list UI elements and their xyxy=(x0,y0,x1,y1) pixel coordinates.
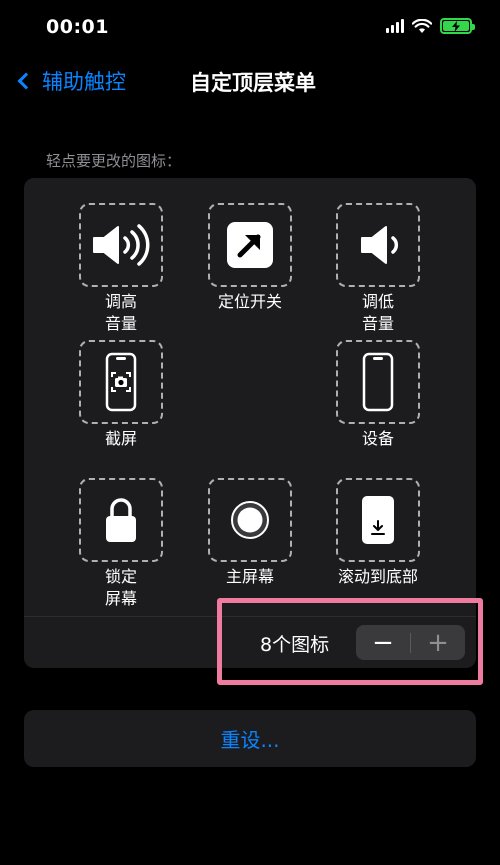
battery-charging-icon xyxy=(440,18,475,34)
slot-scroll-to-bottom[interactable]: 滚动到底部 xyxy=(298,478,458,588)
slot-label: 设备 xyxy=(361,429,394,448)
slot-icon-frame xyxy=(208,478,292,562)
slot-icon-frame xyxy=(336,478,420,562)
icon-count-label: 8个图标 xyxy=(260,634,330,656)
slot-icon-frame xyxy=(336,340,420,424)
volume-up-icon xyxy=(93,224,150,266)
volume-down-icon xyxy=(361,226,399,264)
scroll-to-bottom-icon xyxy=(362,496,394,544)
status-icons xyxy=(386,18,475,34)
slot-icon-frame xyxy=(79,340,163,424)
slot-volume-down[interactable]: 调低 音量 xyxy=(298,203,458,335)
slot-icon-frame xyxy=(79,478,163,562)
slot-icon-frame xyxy=(336,203,420,287)
screenshot-icon xyxy=(105,352,137,412)
page-title: 自定顶层菜单 xyxy=(190,71,316,95)
slot-label: 调低 音量 xyxy=(361,292,394,333)
separator xyxy=(24,616,476,617)
icon-count-stepper[interactable]: − + xyxy=(356,625,465,660)
slot-label: 截屏 xyxy=(104,429,137,448)
point-switch-icon xyxy=(227,222,273,268)
status-time: 00:01 xyxy=(46,16,109,38)
slot-label: 滚动到底部 xyxy=(337,567,418,586)
slot-icon-frame xyxy=(79,203,163,287)
instruction-text: 轻点要更改的图标： xyxy=(46,152,182,170)
navigation-bar: 辅助触控 自定顶层菜单 xyxy=(0,56,500,104)
cellular-signal-icon xyxy=(386,19,404,33)
home-icon xyxy=(231,501,269,539)
slot-icon-frame xyxy=(208,203,292,287)
wifi-icon xyxy=(412,18,432,33)
decrease-button[interactable]: − xyxy=(356,625,410,660)
device-icon xyxy=(362,352,394,412)
slot-device[interactable]: 设备 xyxy=(298,340,458,450)
lock-icon xyxy=(106,498,136,542)
reset-button[interactable]: 重设... xyxy=(24,710,476,767)
status-bar: 00:01 xyxy=(0,0,500,56)
increase-button[interactable]: + xyxy=(411,625,465,660)
slot-screenshot[interactable]: 截屏 xyxy=(41,340,201,450)
